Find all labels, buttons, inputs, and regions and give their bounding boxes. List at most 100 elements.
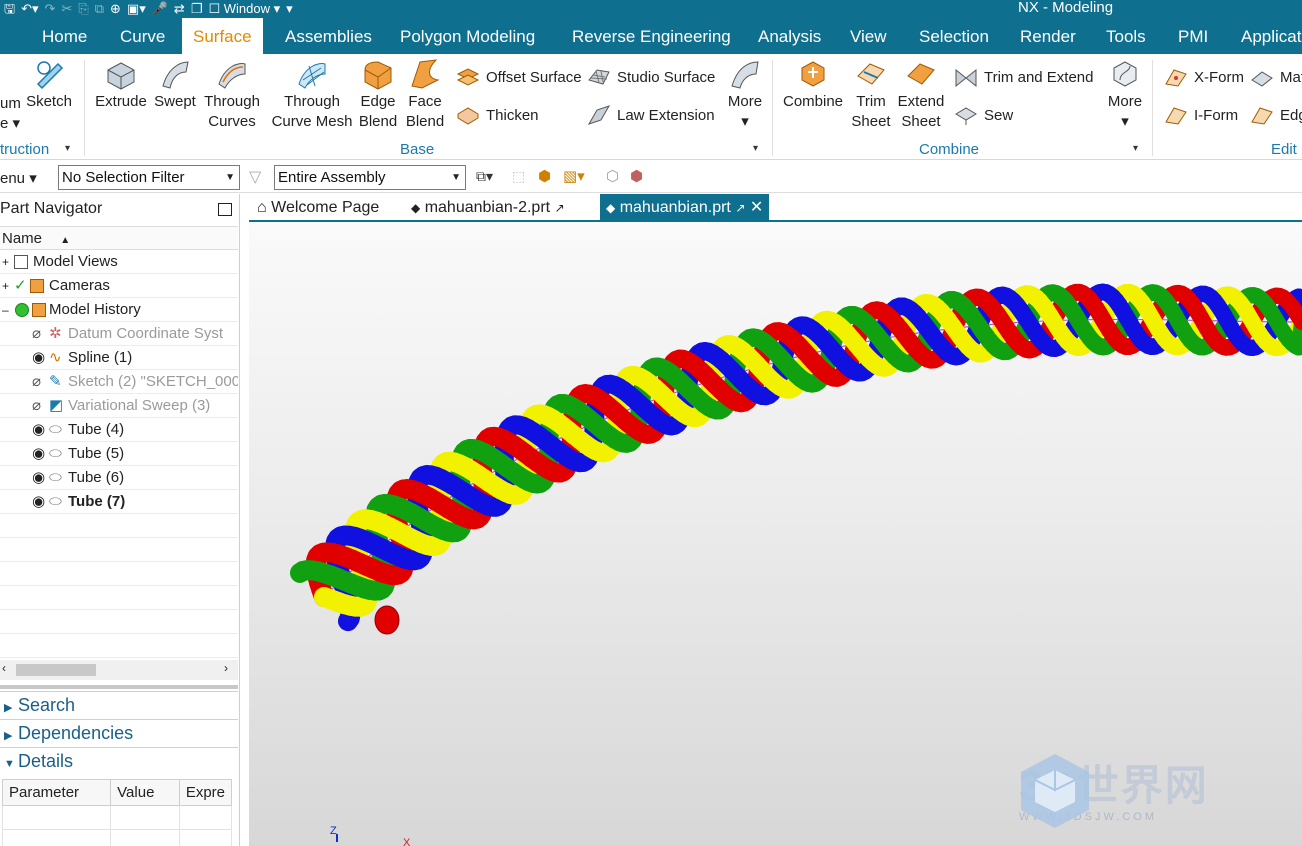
i-form-button[interactable]: I-Form: [1164, 104, 1238, 126]
save-icon[interactable]: 🖫: [4, 1, 15, 17]
visible-eye-icon[interactable]: ◉: [32, 466, 45, 489]
tree-row-cameras[interactable]: + ✓ Cameras: [0, 274, 238, 298]
swept-button[interactable]: Swept: [152, 58, 198, 112]
law-extension-button[interactable]: Law Extension: [587, 104, 715, 126]
cut-icon[interactable]: ✂: [61, 1, 72, 17]
search-panel-header[interactable]: ▶ Search: [0, 691, 238, 717]
visible-eye-icon[interactable]: ◉: [32, 346, 45, 369]
sew-button[interactable]: Sew: [954, 104, 1013, 126]
maximize-icon[interactable]: [218, 203, 232, 216]
combine-group-expand-arrow[interactable]: ▾: [1133, 143, 1138, 154]
through-curves-button[interactable]: Through Curves: [202, 58, 262, 132]
selection-scope-select[interactable]: Entire Assembly ▼: [274, 165, 466, 190]
tree-row-spline[interactable]: ◉ ∿ Spline (1): [0, 346, 238, 370]
tree-row-model-history[interactable]: – Model History: [0, 298, 238, 322]
tree-row-tube-6[interactable]: ◉ ⬭ Tube (6): [0, 466, 238, 490]
select-feature-icon[interactable]: ⬢: [538, 167, 551, 185]
hidden-eye-icon[interactable]: ⌀: [32, 322, 41, 345]
tab-reverse-engineering[interactable]: Reverse Engineering: [572, 18, 731, 54]
graphics-viewport[interactable]: Z X 3D世界网 WWW.3DSJW.COM: [249, 222, 1302, 846]
select-assembly-icon[interactable]: ⬢: [630, 167, 643, 185]
customize-qat-icon[interactable]: ▾: [286, 1, 293, 17]
tab-mahuanbian-2[interactable]: ◆ mahuanbian-2.prt ↗: [405, 194, 571, 222]
window-icon[interactable]: ❐: [191, 1, 203, 17]
copy-icon[interactable]: ⎘: [78, 1, 88, 17]
tree-row-model-views[interactable]: + Model Views: [0, 250, 238, 274]
expression-column-header[interactable]: Expre: [178, 779, 233, 806]
value-column-header[interactable]: Value: [110, 779, 180, 806]
tab-home[interactable]: Home: [42, 18, 87, 54]
tab-selection[interactable]: Selection: [919, 18, 989, 54]
face-blend-button[interactable]: Face Blend: [404, 58, 446, 132]
details-panel-header[interactable]: ▼ Details: [0, 747, 238, 773]
hidden-eye-icon[interactable]: ⌀: [32, 394, 41, 417]
collapse-icon[interactable]: –: [2, 298, 9, 321]
base-more-button[interactable]: More ▾: [724, 58, 766, 132]
expand-icon[interactable]: +: [2, 274, 9, 297]
visible-eye-icon[interactable]: ◉: [32, 442, 45, 465]
edge-symmetry-button[interactable]: Edg: [1250, 104, 1302, 126]
expand-icon[interactable]: +: [2, 250, 9, 273]
visible-eye-icon[interactable]: ◉: [32, 490, 45, 513]
tab-welcome-page[interactable]: ⌂ Welcome Page: [251, 194, 385, 222]
extrude-button[interactable]: Extrude: [93, 58, 149, 112]
window-menu[interactable]: ☐ Window ▾: [208, 1, 280, 17]
tab-analysis[interactable]: Analysis: [758, 18, 821, 54]
x-form-button[interactable]: X-Form: [1164, 66, 1244, 88]
tree-row-tube-5[interactable]: ◉ ⬭ Tube (5): [0, 442, 238, 466]
group-expand-arrow[interactable]: ▾: [65, 143, 70, 154]
tree-row-variational-sweep[interactable]: ⌀ ◩ Variational Sweep (3): [0, 394, 238, 418]
microphone-icon[interactable]: 🎤: [152, 1, 168, 17]
splitter[interactable]: [0, 685, 238, 689]
tab-surface[interactable]: Surface: [182, 18, 263, 54]
redo-icon[interactable]: ↷: [45, 1, 56, 17]
parameter-column-header[interactable]: Parameter: [1, 779, 112, 806]
tab-polygon-modeling[interactable]: Polygon Modeling: [400, 18, 535, 54]
horizontal-scrollbar[interactable]: ‹ ›: [0, 660, 238, 680]
dependencies-panel-header[interactable]: ▶ Dependencies: [0, 719, 238, 745]
combine-more-button[interactable]: More ▾: [1104, 58, 1146, 132]
undo-icon[interactable]: ↶▾: [21, 1, 38, 17]
trim-sheet-button[interactable]: Trim Sheet: [850, 58, 892, 132]
offset-surface-button[interactable]: Offset Surface: [456, 66, 582, 88]
trim-and-extend-button[interactable]: Trim and Extend: [954, 66, 1094, 88]
select-component-icon[interactable]: ⬡: [606, 167, 619, 185]
tab-render[interactable]: Render: [1020, 18, 1076, 54]
tab-assemblies[interactable]: Assemblies: [285, 18, 372, 54]
tree-row-sketch[interactable]: ⌀ ✎ Sketch (2) "SKETCH_000: [0, 370, 238, 394]
tab-pmi[interactable]: PMI: [1178, 18, 1208, 54]
visible-eye-icon[interactable]: ◉: [32, 418, 45, 441]
datum-partial-button[interactable]: um e ▾: [0, 94, 21, 134]
tab-application[interactable]: Applicat: [1241, 18, 1301, 54]
tab-curve[interactable]: Curve: [120, 18, 165, 54]
filter-funnel-icon[interactable]: ▽: [249, 167, 261, 187]
scroll-right-icon[interactable]: ›: [224, 661, 228, 675]
hidden-eye-icon[interactable]: ⌀: [32, 370, 41, 393]
switch-window-icon[interactable]: ⇄: [174, 1, 185, 17]
close-icon[interactable]: ✕: [750, 199, 763, 216]
tab-mahuanbian[interactable]: ◆ mahuanbian.prt ↗ ✕: [600, 194, 770, 222]
select-all-icon[interactable]: ⬚: [512, 168, 525, 185]
tab-view[interactable]: View: [850, 18, 887, 54]
scroll-left-icon[interactable]: ‹: [2, 661, 6, 675]
scrollbar-thumb[interactable]: [16, 664, 96, 676]
base-group-expand-arrow[interactable]: ▾: [753, 143, 758, 154]
repeat-command-icon[interactable]: ⊕: [110, 1, 121, 17]
name-column-header[interactable]: Name ▲: [0, 226, 238, 250]
select-body-icon[interactable]: ▧▾: [563, 167, 585, 185]
tab-tools[interactable]: Tools: [1106, 18, 1146, 54]
studio-surface-button[interactable]: Studio Surface: [587, 66, 715, 88]
touch-mode-icon[interactable]: ▣▾: [127, 1, 146, 17]
tree-row-datum-csys[interactable]: ⌀ ✲ Datum Coordinate Syst: [0, 322, 238, 346]
extend-sheet-button[interactable]: Extend Sheet: [896, 58, 946, 132]
sketch-button[interactable]: Sketch: [24, 58, 74, 112]
edge-blend-button[interactable]: Edge Blend: [357, 58, 399, 132]
paste-icon[interactable]: ⧉: [95, 1, 104, 17]
tree-row-tube-4[interactable]: ◉ ⬭ Tube (4): [0, 418, 238, 442]
match-edge-button[interactable]: Mat: [1250, 66, 1302, 88]
tree-row-tube-7[interactable]: ◉ ⬭ Tube (7): [0, 490, 238, 514]
through-curve-mesh-button[interactable]: Through Curve Mesh: [270, 58, 354, 132]
combine-button[interactable]: Combine: [781, 58, 845, 112]
general-object-icon[interactable]: ⧉▾: [476, 168, 493, 185]
thicken-button[interactable]: Thicken: [456, 104, 539, 126]
